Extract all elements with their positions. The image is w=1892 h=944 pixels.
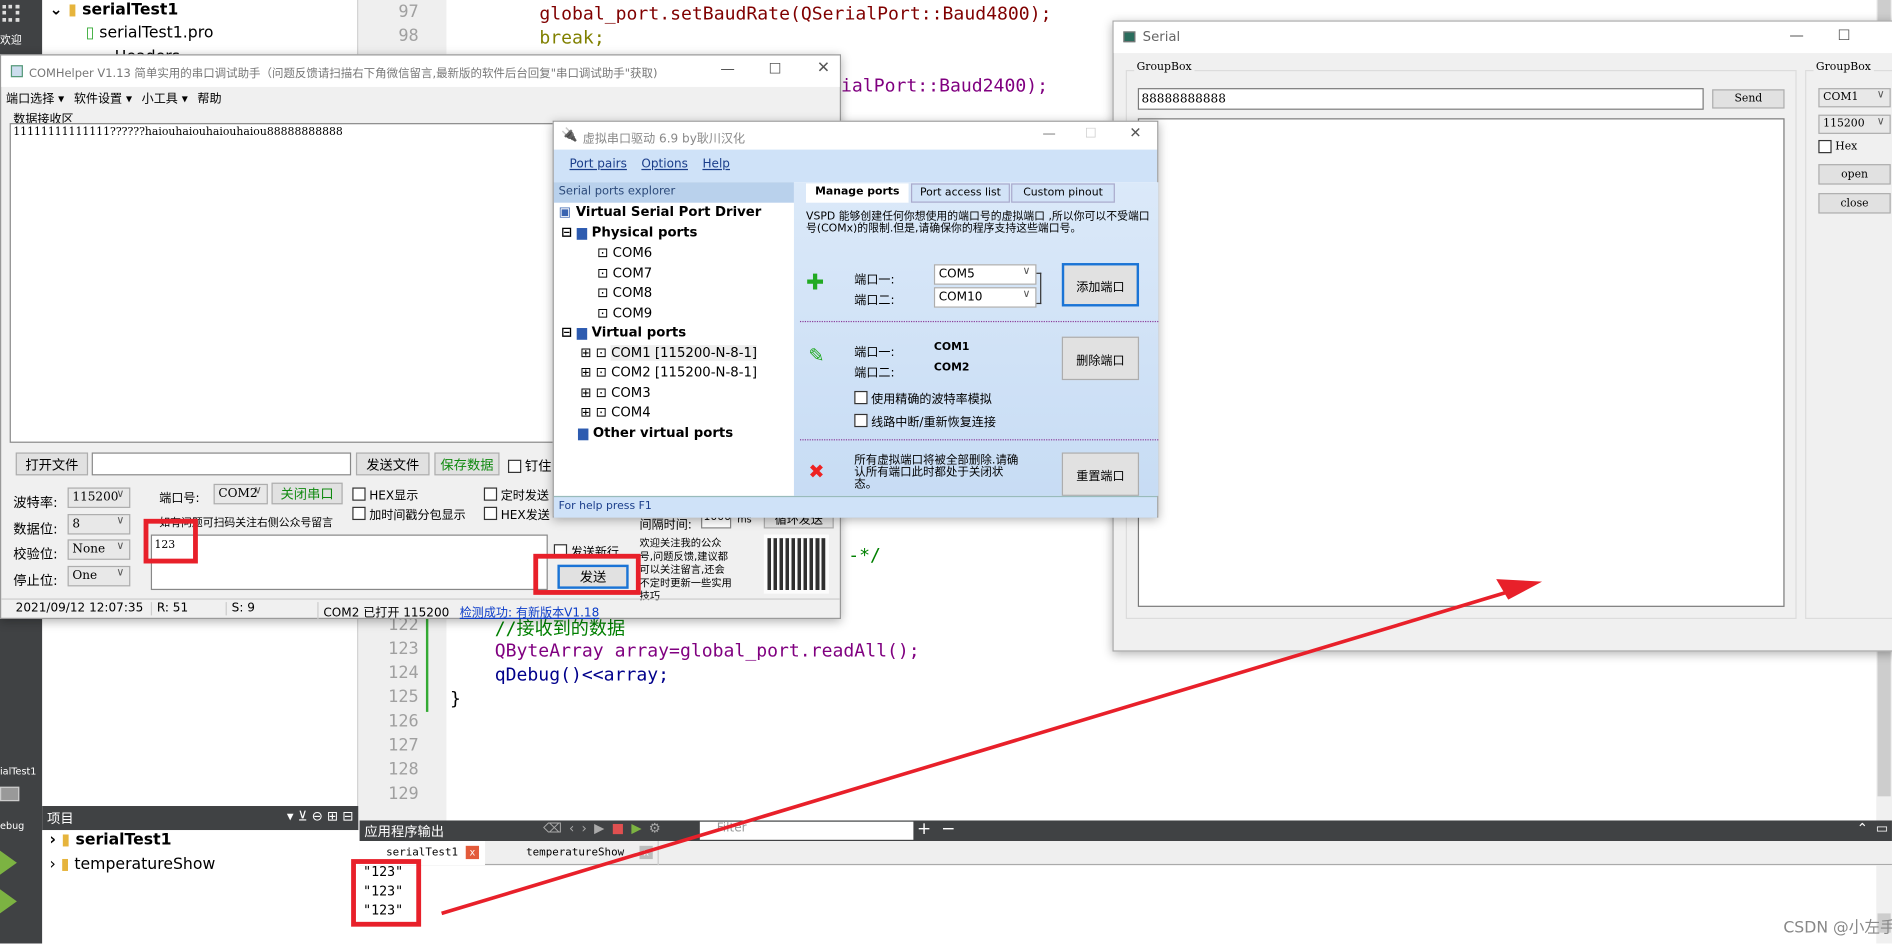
csdn-watermark: CSDN @小左手 <box>1783 919 1892 938</box>
desktop: 欢迎 ialTest1 ebug ⌄ ▮ serialTest1 ▯ seria… <box>0 0 1892 944</box>
arrow-line <box>441 588 1515 916</box>
arrow-head <box>1496 579 1543 600</box>
annotation-arrow <box>441 579 1543 916</box>
